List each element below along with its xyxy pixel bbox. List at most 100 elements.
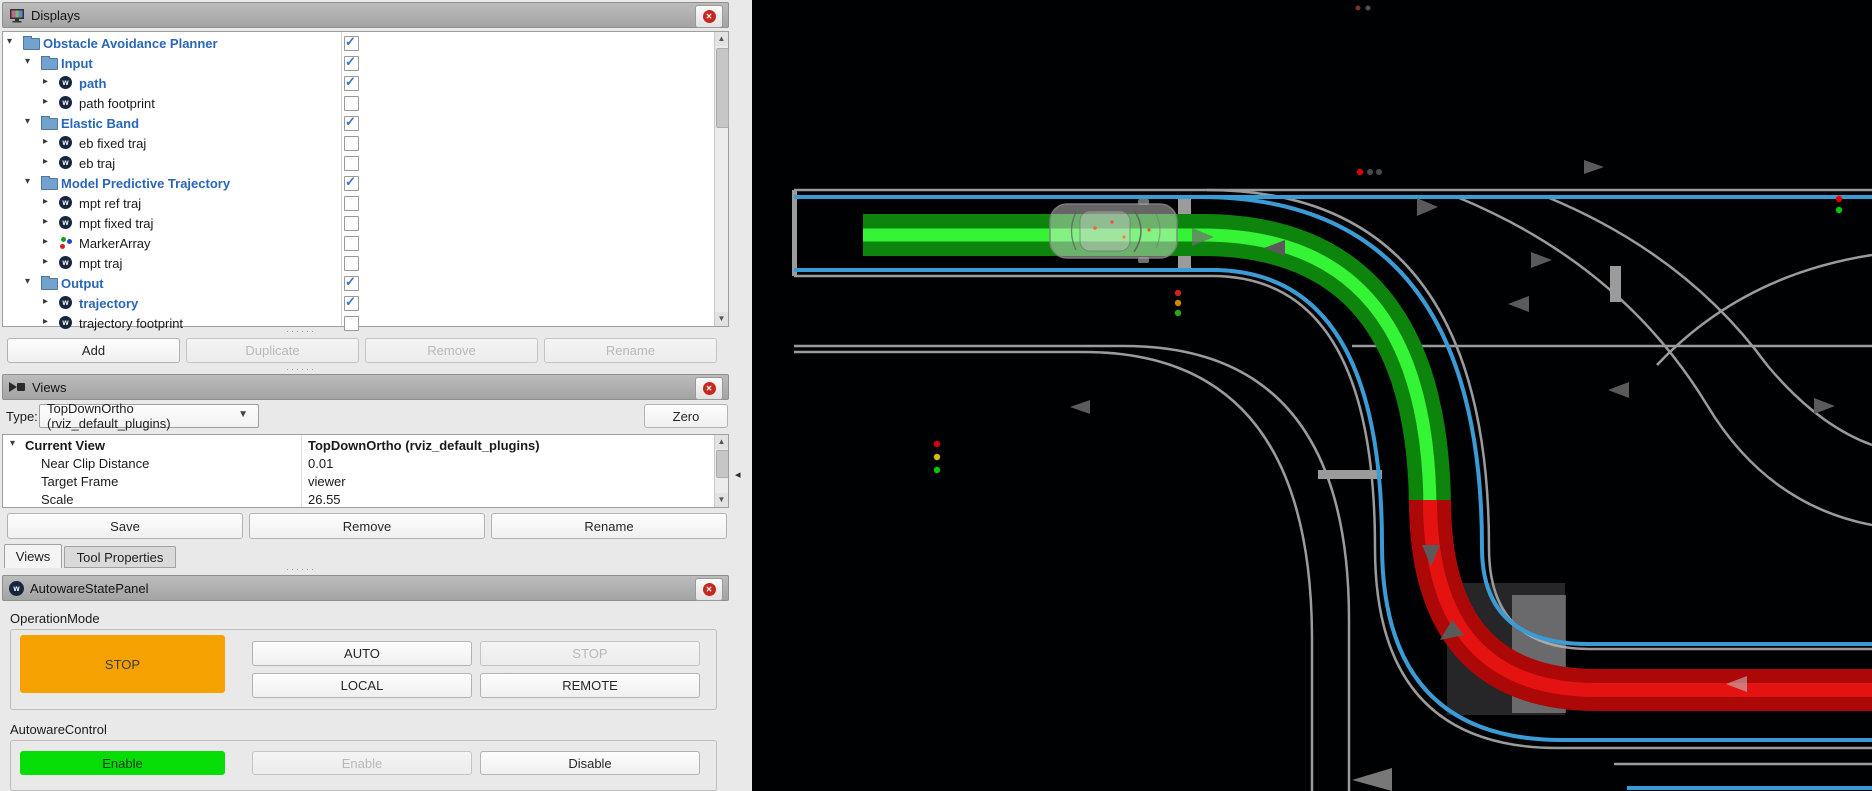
splitter-dots[interactable]: ······ — [286, 564, 316, 574]
operation-mode-stop-indicator[interactable]: STOP — [20, 635, 225, 693]
expander-right-icon[interactable]: ▸ — [43, 216, 48, 227]
tree-row[interactable]: ▸ trajectory footprint — [3, 314, 713, 333]
tree-item-label[interactable]: Model Predictive Trajectory — [61, 176, 230, 191]
checkbox[interactable] — [344, 256, 359, 271]
checkbox[interactable] — [344, 176, 359, 191]
tree-row[interactable]: ▾ Output — [3, 274, 713, 293]
scroll-up-icon[interactable]: ▲ — [715, 435, 728, 449]
tree-item-label[interactable]: eb traj — [79, 156, 115, 171]
zero-button[interactable]: Zero — [644, 404, 728, 428]
expander-right-icon[interactable]: ▸ — [43, 236, 48, 247]
expander-down-icon[interactable]: ▾ — [25, 116, 30, 127]
tree-row[interactable]: ▸ mpt ref traj — [3, 194, 713, 213]
tree-item-label[interactable]: Elastic Band — [61, 116, 139, 131]
autoware-panel-header[interactable]: AutowareStatePanel ✕ — [2, 575, 729, 601]
rename-view-button[interactable]: Rename — [491, 513, 727, 539]
displays-tree[interactable]: ▾ Obstacle Avoidance Planner ▾ Input ▸ path… — [2, 31, 729, 327]
expander-right-icon[interactable]: ▸ — [43, 256, 48, 267]
checkbox[interactable] — [344, 296, 359, 311]
disable-button[interactable]: Disable — [480, 751, 700, 775]
views-close-button[interactable]: ✕ — [695, 377, 723, 400]
tree-item-label[interactable]: path — [79, 76, 106, 91]
checkbox[interactable] — [344, 56, 359, 71]
tree-row[interactable]: ▸ eb traj — [3, 154, 713, 173]
tree-item-label[interactable]: Output — [61, 276, 104, 291]
tree-item-label[interactable]: mpt ref traj — [79, 196, 141, 211]
views-panel-header[interactable]: Views ✕ — [2, 374, 729, 400]
rename-button[interactable]: Rename — [544, 338, 717, 363]
tree-item-label[interactable]: MarkerArray — [79, 236, 151, 251]
tree-row[interactable]: ▾ Obstacle Avoidance Planner — [3, 34, 713, 53]
displays-close-button[interactable]: ✕ — [695, 5, 723, 28]
tree-item-label[interactable]: trajectory — [79, 296, 138, 311]
stop-button[interactable]: STOP — [480, 641, 700, 666]
remove-button[interactable]: Remove — [365, 338, 538, 363]
scroll-down-icon[interactable]: ▼ — [715, 493, 728, 507]
local-button[interactable]: LOCAL — [252, 673, 472, 698]
checkbox[interactable] — [344, 136, 359, 151]
save-view-button[interactable]: Save — [7, 513, 243, 539]
checkbox[interactable] — [344, 196, 359, 211]
enable-button[interactable]: Enable — [252, 751, 472, 775]
expander-down-icon[interactable]: ▾ — [25, 176, 30, 187]
grid-header-row[interactable]: ▾ Current View TopDownOrtho (rviz_defaul… — [3, 437, 728, 455]
scrollbar-thumb[interactable] — [716, 450, 729, 478]
tree-row[interactable]: ▸ mpt traj — [3, 254, 713, 273]
tree-row[interactable]: ▾ Elastic Band — [3, 114, 713, 133]
expander-right-icon[interactable]: ▸ — [43, 136, 48, 147]
tab-views[interactable]: Views — [4, 544, 62, 568]
expander-right-icon[interactable]: ▸ — [43, 196, 48, 207]
tree-item-label[interactable]: mpt traj — [79, 256, 122, 271]
checkbox[interactable] — [344, 316, 359, 331]
checkbox[interactable] — [344, 96, 359, 111]
tree-row[interactable]: ▸ MarkerArray — [3, 234, 713, 253]
tree-item-label[interactable]: trajectory footprint — [79, 316, 183, 331]
tree-row[interactable]: ▸ path — [3, 74, 713, 93]
duplicate-button[interactable]: Duplicate — [186, 338, 359, 363]
displays-panel-header[interactable]: Displays ✕ — [2, 2, 729, 28]
expander-right-icon[interactable]: ▸ — [43, 76, 48, 87]
expander-down-icon[interactable]: ▾ — [25, 276, 30, 287]
expander-right-icon[interactable]: ▸ — [43, 156, 48, 167]
splitter-dots[interactable]: ······ — [286, 364, 316, 374]
tree-row[interactable]: ▸eb fixed traj — [3, 134, 713, 153]
checkbox[interactable] — [344, 276, 359, 291]
scrollbar-thumb[interactable] — [716, 48, 729, 128]
tree-row[interactable]: ▾ Input — [3, 54, 713, 73]
add-button[interactable]: Add — [7, 338, 180, 363]
expander-down-icon[interactable]: ▾ — [25, 56, 30, 67]
tree-row[interactable]: ▸ path footprint — [3, 94, 713, 113]
tree-row[interactable]: ▸ trajectory — [3, 294, 713, 313]
expander-right-icon[interactable]: ▸ — [43, 296, 48, 307]
splitter-dots[interactable]: ······ — [286, 326, 316, 336]
tab-tool-properties[interactable]: Tool Properties — [64, 546, 176, 568]
tree-scrollbar[interactable]: ▲ ▼ — [714, 32, 728, 326]
checkbox[interactable] — [344, 36, 359, 51]
tree-item-label[interactable]: path footprint — [79, 96, 155, 111]
checkbox[interactable] — [344, 236, 359, 251]
panel-collapse-handle[interactable]: ◂ — [735, 468, 741, 481]
tree-item-label[interactable]: mpt fixed traj — [79, 216, 153, 231]
checkbox[interactable] — [344, 216, 359, 231]
expander-down-icon[interactable]: ▾ — [7, 36, 12, 47]
auto-button[interactable]: AUTO — [252, 641, 472, 666]
scroll-up-icon[interactable]: ▲ — [715, 32, 728, 46]
remote-button[interactable]: REMOTE — [480, 673, 700, 698]
property-value[interactable]: viewer — [308, 474, 346, 489]
tree-row[interactable]: ▸ mpt fixed traj — [3, 214, 713, 233]
checkbox[interactable] — [344, 156, 359, 171]
property-value[interactable]: 26.55 — [308, 492, 341, 507]
autoware-control-enable-indicator[interactable]: Enable — [20, 751, 225, 775]
scroll-down-icon[interactable]: ▼ — [715, 312, 728, 326]
expander-right-icon[interactable]: ▸ — [43, 316, 48, 327]
tree-item-label[interactable]: Input — [61, 56, 93, 71]
property-value[interactable]: 0.01 — [308, 456, 333, 471]
expander-right-icon[interactable]: ▸ — [43, 96, 48, 107]
current-view-grid[interactable]: ▾ Current View TopDownOrtho (rviz_defaul… — [2, 434, 729, 508]
checkbox[interactable] — [344, 116, 359, 131]
grid-scrollbar[interactable]: ▲ ▼ — [714, 435, 728, 507]
grid-row[interactable]: Near Clip Distance 0.01 — [3, 455, 728, 473]
checkbox[interactable] — [344, 76, 359, 91]
tree-row[interactable]: ▾ Model Predictive Trajectory — [3, 174, 713, 193]
tree-item-label[interactable]: Obstacle Avoidance Planner — [43, 36, 218, 51]
